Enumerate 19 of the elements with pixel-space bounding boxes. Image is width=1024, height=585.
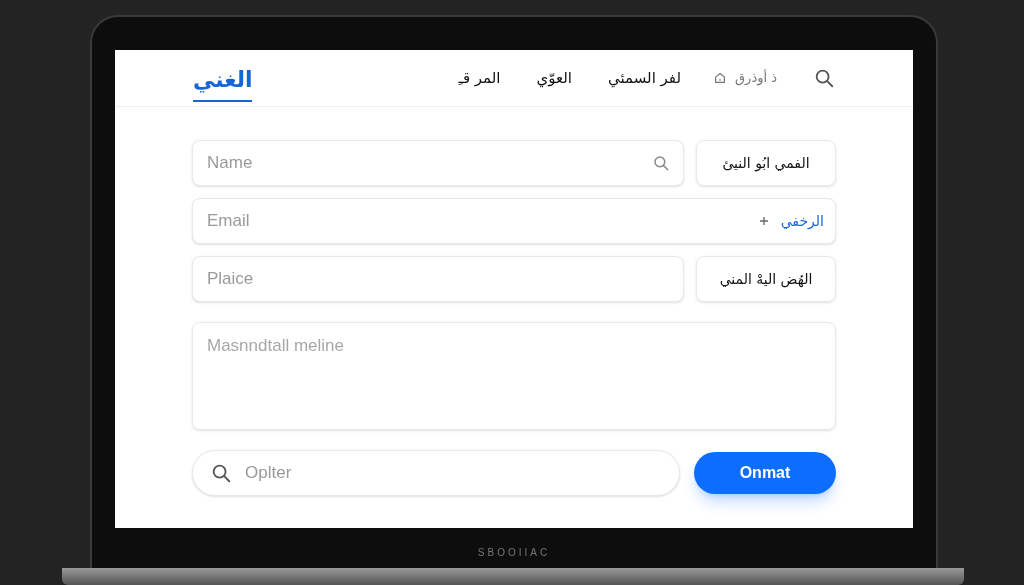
field-action-link[interactable]: الرخفي [780, 210, 824, 232]
search-field[interactable]: Oplter [192, 450, 680, 496]
field-label: الهُض اليهْ المني [696, 256, 836, 302]
text-field[interactable]: Plaice [192, 256, 684, 302]
nav-link[interactable]: العوّي [536, 66, 572, 90]
bezel-label: SBOOIIAC [476, 546, 552, 560]
search-icon[interactable] [813, 67, 835, 89]
home-icon[interactable] [713, 71, 728, 85]
message-field[interactable]: Masnndtall meline [192, 322, 836, 430]
text-field[interactable]: Name [192, 140, 684, 186]
submit-button[interactable]: Onmat [694, 452, 836, 494]
nav-link[interactable]: لفر السمئي [608, 66, 682, 90]
account-link[interactable]: ذ أوذرق [735, 68, 777, 88]
nav-link[interactable]: المر قـِ [458, 66, 501, 90]
plus-icon [758, 216, 769, 226]
search-icon [652, 154, 670, 172]
search-icon [210, 462, 232, 484]
field-label: الفمي ابُو النيئ [696, 140, 836, 186]
logo-link[interactable]: الغني [193, 62, 253, 102]
